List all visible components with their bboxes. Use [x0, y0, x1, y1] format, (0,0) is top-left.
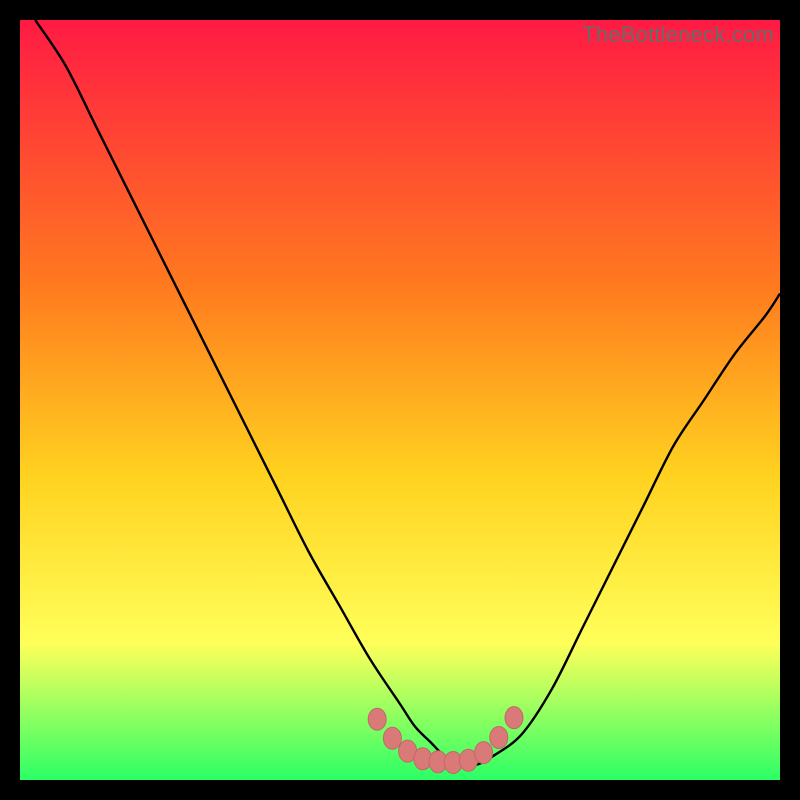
curve-marker: [383, 727, 401, 749]
gradient-bg: [20, 20, 780, 780]
curve-marker: [475, 742, 493, 764]
chart-frame: TheBottleneck.com: [20, 20, 780, 780]
bottleneck-chart: [20, 20, 780, 780]
curve-marker: [368, 708, 386, 730]
curve-marker: [490, 726, 508, 748]
watermark-label: TheBottleneck.com: [582, 22, 774, 48]
curve-marker: [505, 707, 523, 729]
